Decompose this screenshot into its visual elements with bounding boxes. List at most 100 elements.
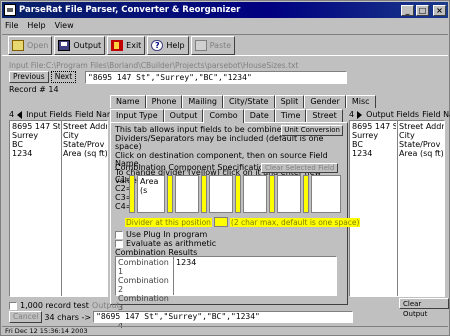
tab-combo[interactable]: Combo: [203, 109, 244, 123]
list-item[interactable]: City: [399, 131, 444, 140]
tab-gender[interactable]: Gender: [304, 95, 346, 108]
record-test-label: 1,000 record test: [20, 301, 89, 310]
output-row: Cancel 34 chars -> "8695 147 St","Surrey…: [9, 311, 354, 323]
results-values: 1234: [176, 258, 196, 267]
checkbox-box[interactable]: [115, 230, 123, 239]
list-item[interactable]: Street Addre: [399, 122, 444, 131]
menu-help[interactable]: Help: [27, 21, 45, 30]
folder-icon: [12, 39, 24, 51]
output-names-column: Street Addre City State/Prov Area (sq ft…: [399, 122, 444, 158]
record-number: Record # 14: [9, 85, 59, 94]
help-button[interactable]: ? Help: [147, 35, 189, 55]
divider-cell[interactable]: [167, 175, 173, 213]
list-item[interactable]: City: [63, 131, 107, 140]
list-item[interactable]: Surrey: [352, 131, 396, 140]
tab-city-state[interactable]: City/State: [223, 95, 275, 108]
tab-split[interactable]: Split: [274, 95, 305, 108]
input-fields-list[interactable]: 8695 147 St Surrey BC 1234 Street Addre …: [9, 120, 108, 297]
tab-name[interactable]: Name: [110, 95, 146, 108]
cancel-button[interactable]: Cancel: [9, 311, 43, 323]
menu-file[interactable]: File: [5, 21, 18, 30]
tab-input-type[interactable]: Input Type: [110, 109, 164, 122]
component-cell[interactable]: [311, 175, 341, 213]
field-names-label: Field Names: [422, 110, 450, 119]
list-item[interactable]: BC: [12, 140, 60, 149]
list-item[interactable]: State/Prov: [399, 140, 444, 149]
menu-view[interactable]: View: [55, 21, 74, 30]
divider-hint: (2 char max, default is one space): [229, 217, 361, 227]
divider-cell[interactable]: [129, 175, 135, 213]
tab-row-top: Name Phone Mailing City/State Split Gend…: [110, 95, 376, 108]
output-label: Output: [91, 301, 120, 310]
component-cell[interactable]: [175, 175, 199, 213]
input-fields-label: Input Fields: [26, 110, 72, 119]
tab-street[interactable]: Street: [306, 109, 343, 122]
component-cell[interactable]: Area (s: [137, 175, 165, 213]
clipboard-icon: [194, 39, 207, 51]
component-cell[interactable]: [277, 175, 301, 213]
list-item[interactable]: Area (sq ft): [399, 149, 444, 158]
open-label: Open: [27, 40, 49, 50]
tab-phone[interactable]: Phone: [145, 95, 183, 108]
list-item[interactable]: Area (sq ft): [63, 149, 107, 158]
floppy-icon: [58, 39, 71, 51]
paste-button[interactable]: Paste: [190, 35, 236, 55]
arithmetic-checkbox[interactable]: Evaluate as arithmetic: [115, 239, 216, 248]
combination-grid: C1= C2= C3= C4= Area (s: [115, 175, 343, 213]
scroll-left-icon[interactable]: [17, 110, 23, 119]
divider-input[interactable]: [213, 217, 228, 227]
unit-conversion-button[interactable]: Unit Conversion: [281, 125, 343, 136]
list-item[interactable]: 8695 147 St: [12, 122, 60, 131]
tab-mailing[interactable]: Mailing: [182, 95, 224, 108]
divider-cell[interactable]: [235, 175, 241, 213]
list-item[interactable]: 1234: [352, 149, 396, 158]
output-fields-label: Output Fields: [366, 110, 420, 119]
list-item[interactable]: 8695 147 St: [352, 122, 396, 131]
output-values-column: 8695 147 St Surrey BC 1234: [352, 122, 396, 158]
list-item[interactable]: Surrey: [12, 131, 60, 140]
plugin-label: Use Plug In program: [126, 230, 208, 239]
divider-cell[interactable]: [269, 175, 275, 213]
output-line: "8695 147 St","Surrey","BC","1234": [93, 311, 354, 323]
tab-date[interactable]: Date: [243, 109, 275, 122]
list-item[interactable]: BC: [352, 140, 396, 149]
output-fields-list[interactable]: 8695 147 St Surrey BC 1234 Street Addre …: [349, 120, 445, 297]
input-values-column: 8695 147 St Surrey BC 1234: [12, 122, 60, 158]
list-item[interactable]: Street Addre: [63, 122, 107, 131]
minimize-button[interactable]: _: [401, 4, 414, 16]
test-row: 1,000 record test Output: [9, 301, 120, 310]
open-button[interactable]: Open: [8, 35, 53, 55]
list-item[interactable]: 1234: [12, 149, 60, 158]
next-button[interactable]: Next: [50, 71, 77, 83]
tab-panel: Name Phone Mailing City/State Split Gend…: [110, 95, 376, 330]
maximize-button[interactable]: □: [416, 4, 429, 16]
component-cell[interactable]: [243, 175, 267, 213]
checkbox-box[interactable]: [115, 239, 123, 248]
output-label: Output: [73, 40, 102, 50]
list-item[interactable]: State/Prov: [63, 140, 107, 149]
tab-misc[interactable]: Misc: [345, 95, 376, 108]
component-cell[interactable]: [209, 175, 233, 213]
plugin-checkbox[interactable]: Use Plug In program: [115, 230, 207, 239]
tab-output[interactable]: Output: [163, 109, 204, 122]
paste-label: Paste: [209, 40, 232, 50]
divider-cell[interactable]: [201, 175, 207, 213]
exit-button[interactable]: Exit: [107, 35, 146, 55]
combination-results: Combination 1 Combination 2 Combination …: [115, 256, 337, 330]
input-fields-header: 4 Input Fields Field Names: [9, 109, 124, 120]
record-test-checkbox[interactable]: [9, 301, 17, 310]
divider-cell[interactable]: [303, 175, 309, 213]
help-label: Help: [166, 40, 185, 50]
spec-label: Combination Component Specifications: [115, 163, 273, 172]
clear-selected-field-button[interactable]: Clear Selected Field: [261, 163, 339, 173]
close-button[interactable]: ×: [433, 4, 446, 16]
tab-time[interactable]: Time: [274, 109, 307, 122]
output-button[interactable]: Output: [54, 35, 106, 55]
divider-row: Divider at this position (2 char max, de…: [125, 217, 361, 227]
column-divider: [61, 121, 62, 296]
previous-button[interactable]: Previous: [9, 71, 49, 83]
checkbox-box[interactable]: [9, 301, 17, 310]
output-fields-header: 4 Output Fields Field Names: [349, 109, 450, 120]
clear-output-button[interactable]: Clear Output: [399, 298, 449, 318]
scroll-right-icon[interactable]: [357, 110, 363, 119]
